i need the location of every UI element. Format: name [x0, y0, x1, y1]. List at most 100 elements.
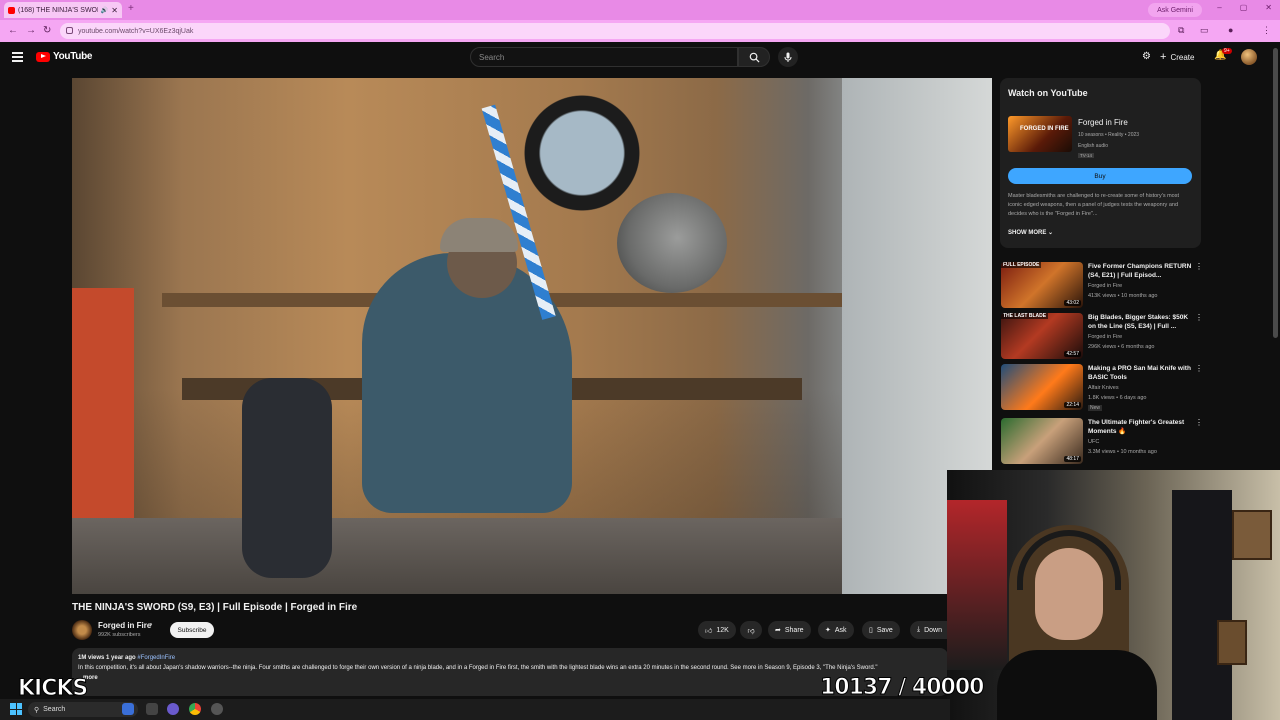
recommendation-channel[interactable]: UFC — [1088, 439, 1099, 445]
obs-icon[interactable] — [211, 703, 223, 715]
browser-menu-icon[interactable]: ⋮ — [1262, 25, 1271, 36]
buy-button[interactable]: Buy — [1008, 168, 1192, 184]
recommendation-thumbnail[interactable]: 22:14 — [1001, 364, 1083, 410]
recommendation-channel[interactable]: Forged in Fire — [1088, 283, 1122, 289]
browser-tab-active[interactable]: (168) THE NINJA'S SWORD (S9, E3) | Full … — [4, 2, 122, 18]
more-link[interactable]: ...more — [78, 673, 942, 683]
more-options-icon[interactable]: ⋮ — [1195, 262, 1203, 271]
channel-avatar[interactable] — [72, 620, 92, 640]
youtube-logo[interactable]: YouTube — [36, 51, 93, 62]
recommendation-meta: 3.3M views • 10 months ago — [1088, 449, 1157, 455]
recommendation-title[interactable]: Big Blades, Bigger Stakes: $50K on the L… — [1088, 313, 1192, 331]
duration-badge: 42:57 — [1064, 351, 1081, 357]
recommendation-channel[interactable]: Forged in Fire — [1088, 334, 1122, 340]
description-meta: 1M views 1 year ago #ForgedInFire — [78, 653, 942, 663]
dislike-button[interactable]: 👎︎ — [740, 621, 762, 639]
account-avatar[interactable] — [1241, 49, 1257, 65]
recommendation-thumbnail[interactable]: THE LAST BLADE 42:57 — [1001, 313, 1083, 359]
recommendation-item[interactable]: THE LAST BLADE 42:57 Big Blades, Bigger … — [1001, 313, 1203, 359]
audio-icon[interactable]: 🔊 — [101, 7, 108, 14]
site-info-icon[interactable] — [66, 27, 73, 34]
recommendation-title[interactable]: The Ultimate Fighter's Greatest Moments … — [1088, 418, 1192, 436]
back-button[interactable]: ← — [8, 25, 18, 36]
voice-search-button[interactable] — [778, 47, 798, 67]
page-scrollbar[interactable] — [1273, 48, 1278, 338]
duration-badge: 22:14 — [1064, 402, 1081, 408]
chrome-icon[interactable] — [189, 703, 201, 715]
microphone-icon — [784, 52, 792, 62]
more-options-icon[interactable]: ⋮ — [1195, 418, 1203, 427]
webcam-shirt — [997, 650, 1157, 720]
plus-icon: + — [1160, 51, 1167, 63]
new-tab-button[interactable]: + — [128, 3, 134, 14]
more-options-icon[interactable]: ⋮ — [1195, 364, 1203, 373]
ask-button[interactable]: ✦ Ask — [818, 621, 854, 639]
address-bar[interactable]: youtube.com/watch?v=UX6Ez3qjUak — [60, 23, 1170, 39]
show-title[interactable]: Forged in Fire — [1078, 118, 1128, 127]
show-more-button[interactable]: SHOW MORE ⌄ — [1008, 229, 1053, 236]
show-meta: 10 seasons • Reality • 2023 — [1078, 132, 1140, 138]
download-icon: ⤓ — [917, 626, 921, 633]
verified-icon: ● — [149, 622, 153, 628]
task-view-icon[interactable] — [146, 703, 158, 715]
tab-title: (168) THE NINJA'S SWORD (S9, E3) | Full … — [18, 6, 98, 14]
tab-close-icon[interactable]: ✕ — [111, 6, 118, 15]
url-text: youtube.com/watch?v=UX6Ez3qjUak — [78, 27, 194, 35]
views-date: 1M views 1 year ago — [78, 655, 136, 661]
forward-button[interactable]: → — [26, 25, 36, 36]
recommendation-channel[interactable]: Alfair Knives — [1088, 385, 1119, 391]
recommendation-item[interactable]: 22:14 Making a PRO San Mai Knife with BA… — [1001, 364, 1203, 411]
hamburger-menu-icon[interactable] — [12, 52, 23, 62]
video-frame-toolchest — [72, 288, 134, 518]
like-count: 12K — [716, 626, 729, 634]
copilot-icon[interactable] — [122, 703, 134, 715]
show-audio: English audio — [1078, 143, 1109, 149]
kicks-label: KICKS — [17, 676, 88, 702]
show-thumbnail[interactable]: FORGED IN FIRE — [1008, 116, 1072, 152]
tab-search-icon[interactable]: ▭ — [1200, 25, 1209, 36]
description-box[interactable]: 1M views 1 year ago #ForgedInFire In thi… — [72, 648, 948, 696]
save-button[interactable]: ▯ Save — [862, 621, 900, 639]
channel-name[interactable]: Forged in Fire — [98, 621, 151, 630]
thumbs-up-icon: 👍︎ — [705, 627, 713, 635]
subscribe-button[interactable]: Subscribe — [170, 622, 214, 638]
recommendation-title[interactable]: Five Former Champions RETURN (S4, E21) |… — [1088, 262, 1192, 280]
recommendation-item[interactable]: FULL EPISODE 43:02 Five Former Champions… — [1001, 262, 1203, 308]
maximize-icon[interactable]: ▢ — [1240, 3, 1248, 12]
duration-badge: 43:02 — [1064, 300, 1081, 306]
window-controls: – ▢ ✕ — [1217, 3, 1272, 12]
discord-icon[interactable] — [167, 703, 179, 715]
search-placeholder: Search — [479, 52, 505, 62]
webcam-curtain — [1172, 490, 1232, 720]
browser-toolbar: ← → ↻ youtube.com/watch?v=UX6Ez3qjUak ⧉ … — [0, 20, 1280, 42]
reload-button[interactable]: ↻ — [43, 25, 51, 36]
profile-icon[interactable]: ● — [1228, 25, 1233, 35]
like-button[interactable]: 👍︎ 12K — [698, 621, 736, 639]
more-options-icon[interactable]: ⋮ — [1195, 313, 1203, 322]
windows-start-icon[interactable] — [10, 703, 22, 715]
recommendation-thumbnail[interactable]: FULL EPISODE 43:02 — [1001, 262, 1083, 308]
youtube-wordmark: YouTube — [53, 51, 93, 62]
share-button[interactable]: ➦ Share — [768, 621, 811, 639]
recommendation-thumbnail[interactable]: 48:17 — [1001, 418, 1083, 464]
close-window-icon[interactable]: ✕ — [1265, 3, 1272, 12]
extensions-icon[interactable]: ⧉ — [1178, 25, 1184, 36]
video-player[interactable] — [72, 78, 992, 594]
create-button[interactable]: + Create — [1160, 49, 1194, 65]
description-text: In this competition, it's all about Japa… — [78, 665, 878, 671]
recommendation-title[interactable]: Making a PRO San Mai Knife with BASIC To… — [1088, 364, 1192, 382]
subscriber-count: 992K subscribers — [98, 632, 141, 638]
ask-gemini-button[interactable]: Ask Gemini — [1148, 3, 1202, 17]
search-button[interactable] — [738, 47, 770, 67]
watch-on-youtube-card: Watch on YouTube FORGED IN FIRE Forged i… — [1000, 78, 1201, 248]
search-input[interactable]: Search — [470, 47, 738, 67]
recommendation-meta: 1.8K views • 6 days ago — [1088, 395, 1147, 401]
share-label: Share — [784, 626, 804, 634]
download-button[interactable]: ⤓ Down — [910, 621, 948, 639]
recommendation-item[interactable]: 48:17 The Ultimate Fighter's Greatest Mo… — [1001, 418, 1203, 464]
minimize-icon[interactable]: – — [1217, 3, 1221, 12]
full-episode-badge: FULL EPISODE — [1001, 262, 1042, 268]
video-frame-mirror — [517, 88, 647, 218]
cast-icon[interactable]: ⚙ — [1142, 51, 1151, 62]
hashtag-link[interactable]: #ForgedInFire — [137, 655, 175, 661]
